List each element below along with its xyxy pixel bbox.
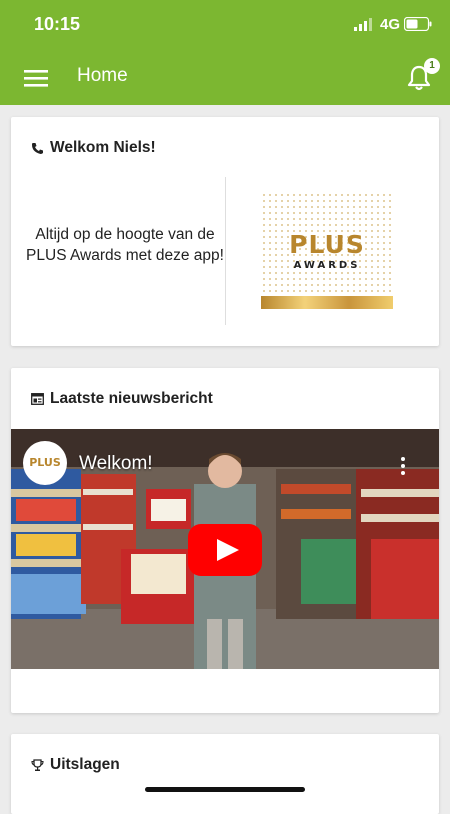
results-heading: Uitslagen: [50, 756, 120, 773]
status-time: 10:15: [34, 14, 81, 34]
page-title: Home: [77, 65, 128, 86]
phone-icon: [32, 142, 43, 154]
welcome-heading-row: Welkom Niels!: [31, 137, 156, 159]
news-heading-row: Laatste nieuwsbericht: [31, 388, 213, 410]
signal-icon: [354, 18, 372, 31]
results-heading-row: Uitslagen: [31, 754, 120, 776]
video-title: Welkom!: [79, 453, 153, 474]
play-icon[interactable]: [188, 524, 262, 576]
notifications-button[interactable]: 1: [404, 58, 440, 96]
notification-badge: 1: [424, 58, 440, 74]
battery-icon: [404, 17, 432, 31]
video-player[interactable]: PLUS Welkom!: [11, 429, 439, 669]
status-bar: 10:15 4G: [0, 0, 450, 50]
network-type: 4G: [380, 16, 401, 33]
channel-logo: PLUS: [23, 441, 67, 485]
toolbar: Home 1: [0, 50, 450, 105]
app-bar: 10:15 4G Home 1: [0, 0, 450, 105]
more-vertical-icon[interactable]: [397, 455, 409, 477]
logo-gold-bar: [261, 296, 393, 309]
welcome-heading: Welkom Niels!: [50, 139, 156, 156]
divider: [225, 177, 226, 325]
news-heading: Laatste nieuwsbericht: [50, 390, 213, 407]
welcome-card: Welkom Niels! Altijd op de hoogte van de…: [11, 117, 439, 346]
plus-awards-logo: PLUS AWARDS: [261, 192, 393, 309]
logo-main-text: PLUS: [289, 230, 365, 259]
channel-logo-text: PLUS: [29, 456, 61, 469]
welcome-text: Altijd op de hoogte van de PLUS Awards m…: [26, 226, 224, 264]
logo-sub-text: AWARDS: [293, 260, 361, 271]
news-card: Laatste nieuwsbericht PLUS Welkom!: [11, 368, 439, 713]
trophy-icon: [31, 758, 44, 771]
home-indicator[interactable]: [145, 787, 305, 792]
menu-icon[interactable]: [22, 63, 52, 93]
results-card[interactable]: Uitslagen: [11, 734, 439, 814]
newspaper-icon: [31, 393, 44, 405]
